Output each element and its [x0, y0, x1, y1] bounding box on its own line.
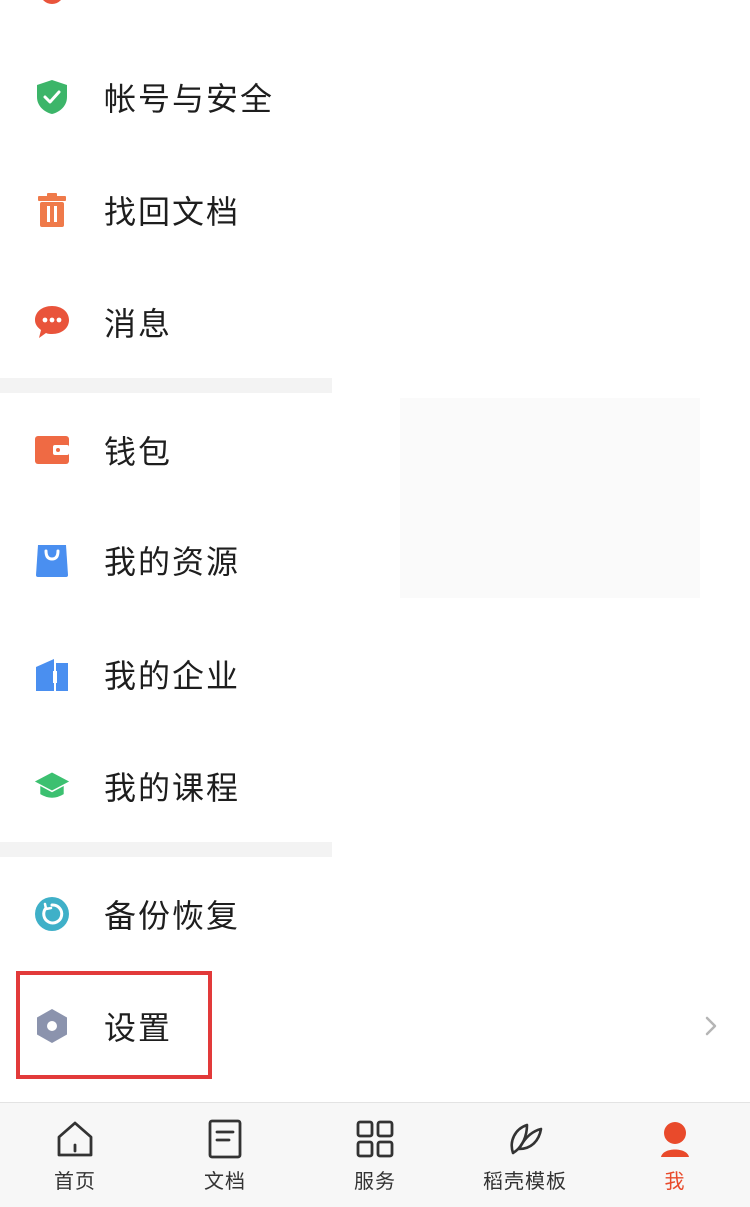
menu-item-label: 钱包 — [104, 433, 173, 471]
tab-label: 首页 — [54, 1169, 96, 1193]
home-icon — [55, 1119, 95, 1159]
chat-bubble-icon — [34, 304, 70, 340]
menu-item-my-enterprise[interactable]: 我的企业 — [0, 624, 750, 724]
menu-item-label: 我的资源 — [104, 543, 241, 581]
tab-label: 稻壳模板 — [483, 1169, 567, 1193]
menu-item-account-security[interactable]: 帐号与安全 — [0, 47, 750, 147]
menu-item-label: 找回文档 — [104, 193, 241, 231]
tab-me[interactable]: 我 — [600, 1103, 750, 1207]
tab-label: 服务 — [354, 1169, 396, 1193]
partial-top-icon — [40, 0, 64, 4]
section-divider — [0, 378, 332, 393]
chevron-right-icon — [702, 1014, 720, 1038]
tab-label: 文档 — [204, 1169, 246, 1193]
tab-home[interactable]: 首页 — [0, 1103, 150, 1207]
menu-item-label: 我的企业 — [104, 657, 241, 695]
graduation-cap-icon — [34, 768, 70, 804]
highlight-box — [16, 971, 212, 1079]
leaf-icon — [505, 1119, 545, 1159]
bottom-tab-bar: 首页 文档 服务 稻壳模板 我 — [0, 1102, 750, 1207]
menu-item-recover-documents[interactable]: 找回文档 — [0, 160, 750, 260]
menu-item-backup-restore[interactable]: 备份恢复 — [0, 864, 750, 964]
section-divider — [0, 842, 332, 857]
shopping-bag-icon — [34, 542, 70, 578]
building-icon — [34, 656, 70, 692]
menu-item-my-resources[interactable]: 我的资源 — [0, 510, 750, 610]
user-icon — [655, 1119, 695, 1159]
restore-icon — [34, 896, 70, 932]
menu-item-label: 消息 — [104, 305, 173, 343]
trash-icon — [34, 192, 70, 228]
menu-item-label: 帐号与安全 — [104, 80, 275, 118]
tab-label: 我 — [664, 1169, 686, 1193]
wallet-icon — [34, 432, 70, 468]
tab-documents[interactable]: 文档 — [150, 1103, 300, 1207]
document-icon — [205, 1119, 245, 1159]
menu-item-label: 备份恢复 — [104, 897, 241, 935]
tab-services[interactable]: 服务 — [300, 1103, 450, 1207]
menu-item-messages[interactable]: 消息 — [0, 272, 750, 372]
shield-check-icon — [34, 79, 70, 115]
menu-item-my-courses[interactable]: 我的课程 — [0, 736, 750, 836]
menu-item-label: 我的课程 — [104, 769, 241, 807]
tab-templates[interactable]: 稻壳模板 — [450, 1103, 600, 1207]
grid-icon — [355, 1119, 395, 1159]
